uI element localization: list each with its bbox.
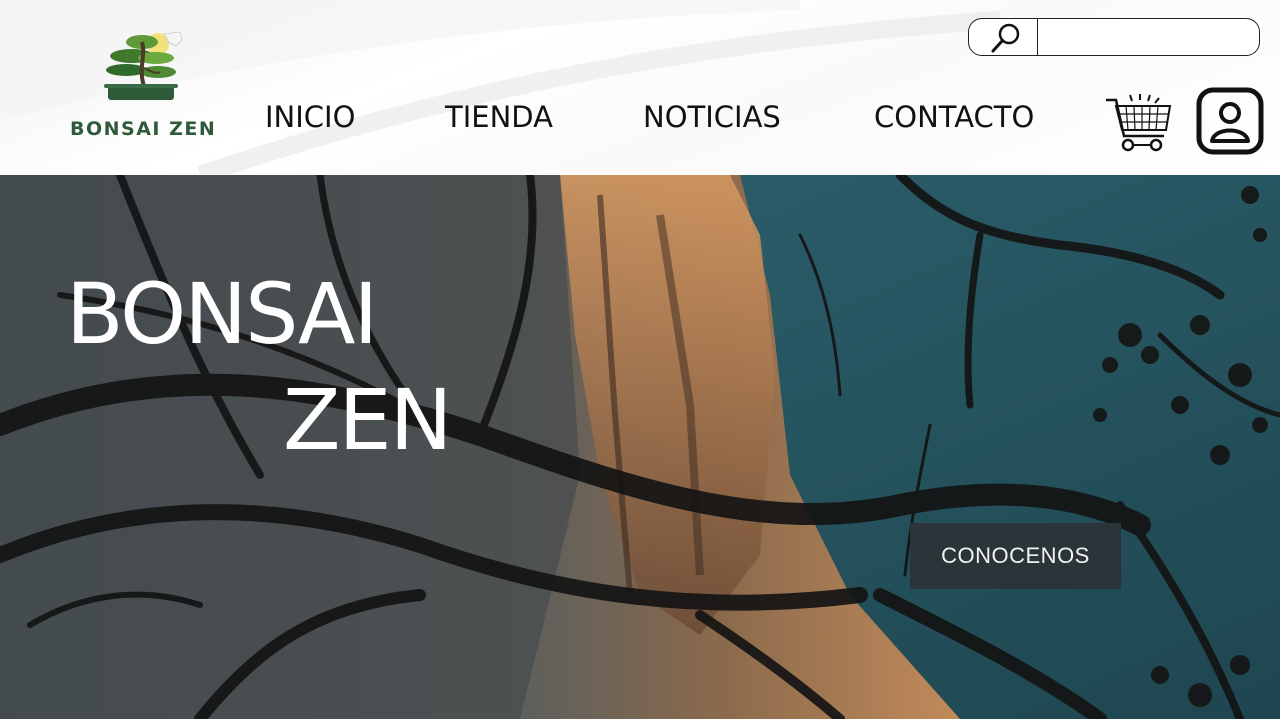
hero-background-image bbox=[0, 175, 1280, 719]
nav-item-noticias[interactable]: NOTICIAS bbox=[643, 100, 781, 134]
search-button[interactable] bbox=[969, 19, 1038, 55]
brand-name: BONSAI ZEN bbox=[70, 118, 217, 140]
hero-title-line1: BONSAI bbox=[66, 265, 378, 363]
magnifier-icon bbox=[991, 23, 1020, 53]
search-input[interactable] bbox=[1041, 22, 1255, 52]
conocenos-button[interactable]: CONOCENOS bbox=[910, 523, 1121, 589]
page: BONSAI ZEN INICIO TIENDA NOTICIAS CONTAC… bbox=[0, 0, 1280, 719]
nav-item-tienda[interactable]: TIENDA bbox=[445, 100, 553, 134]
bonsai-tree-icon bbox=[104, 31, 183, 100]
hero-banner: BONSAI ZEN CONOCENOS bbox=[0, 175, 1280, 719]
brand-logo[interactable]: BONSAI ZEN bbox=[66, 28, 226, 148]
search-bar bbox=[968, 18, 1260, 56]
cart-button[interactable] bbox=[1104, 92, 1174, 154]
user-profile-icon bbox=[1196, 87, 1264, 155]
hero-title-line2: ZEN bbox=[283, 371, 452, 469]
nav-item-inicio[interactable]: INICIO bbox=[265, 100, 355, 134]
user-account-button[interactable] bbox=[1196, 87, 1264, 155]
shopping-cart-icon bbox=[1106, 94, 1172, 152]
nav-item-contacto[interactable]: CONTACTO bbox=[874, 100, 1034, 134]
site-header: BONSAI ZEN INICIO TIENDA NOTICIAS CONTAC… bbox=[0, 0, 1280, 175]
